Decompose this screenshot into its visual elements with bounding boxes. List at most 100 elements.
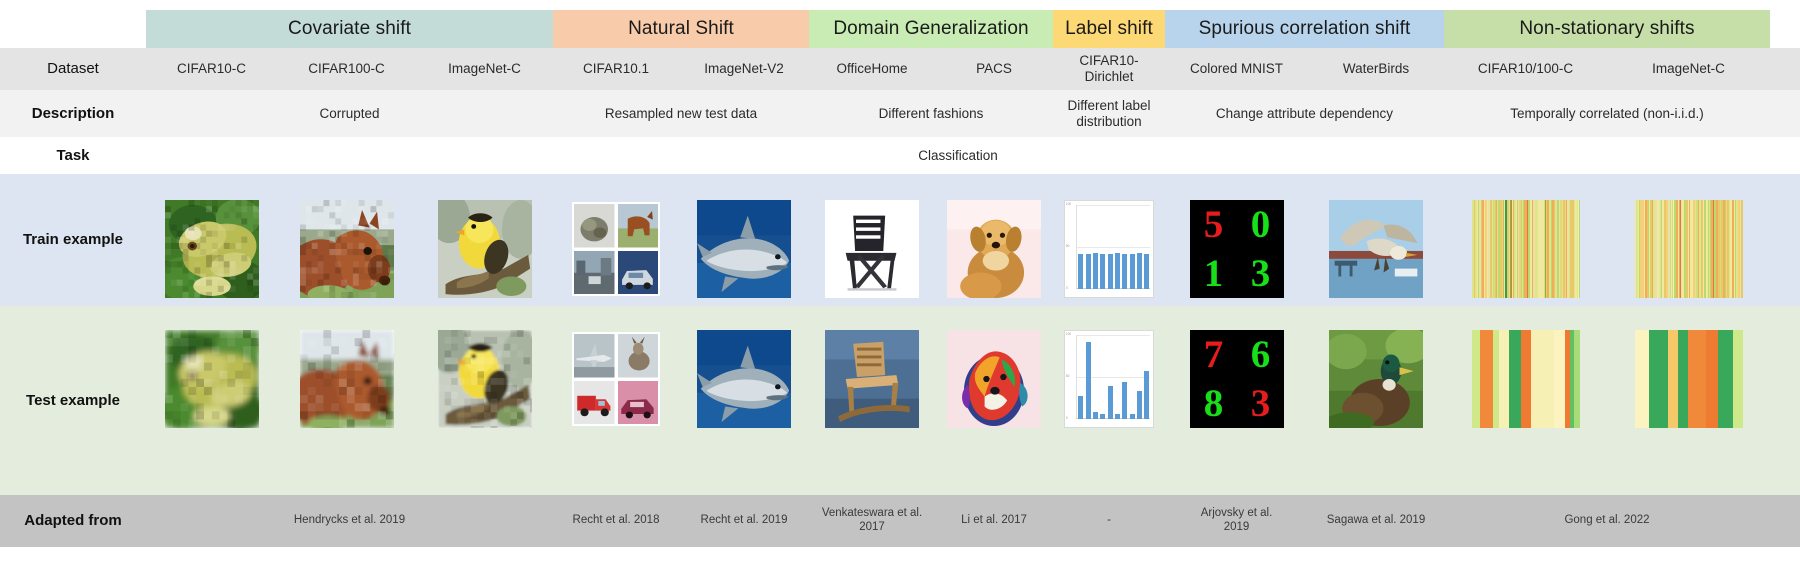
mnist-digit: 8 — [1203, 382, 1224, 425]
task-text: Classification — [918, 147, 998, 163]
chart-y-tick-label: 100 — [1065, 201, 1072, 206]
adapted-from-text: Venkateswara et al. 2017 — [821, 507, 923, 533]
stripe — [1668, 330, 1678, 428]
dataset-name-text: ImageNet-C — [448, 61, 521, 77]
grid-tile-truck — [574, 380, 615, 424]
chart-bar — [1107, 385, 1113, 420]
adapted-from-text: Arjovsky et al. 2019 — [1200, 507, 1273, 533]
chart-y-axis — [1075, 204, 1077, 290]
description-cell: Temporally correlated (non-i.i.d.) — [1444, 90, 1770, 137]
test-example-duck-on-grassy-land-photo — [1329, 330, 1423, 428]
dataset-name-cell: CIFAR10- Dirichlet — [1053, 48, 1165, 90]
test-example-colored-mnist-digits-test: 7683 — [1190, 330, 1284, 428]
group-header-label: Domain Generalization — [833, 17, 1029, 39]
stripe — [1635, 330, 1650, 428]
dataset-name-cell: ImageNet-C — [416, 48, 553, 90]
test-example-wooden-rocking-chair-photo — [825, 330, 919, 428]
stripe — [1553, 330, 1565, 428]
adapted-from-cell: Recht et al. 2018 — [553, 495, 679, 547]
test-example-great-white-shark-new-test-photo — [697, 330, 791, 428]
group-header-natural-shift: Natural Shift — [553, 10, 809, 48]
train-example-seabird-flying-over-water-photo — [1329, 200, 1423, 298]
description-text: Temporally correlated (non-i.i.d.) — [1510, 105, 1704, 121]
row-label-text: Description — [31, 104, 115, 122]
mnist-digit: 1 — [1203, 252, 1224, 295]
dataset-name-cell: CIFAR10.1 — [553, 48, 679, 90]
train-example-yellow-finch-on-branch-thumbnail — [438, 200, 532, 298]
row-label-text: Task — [56, 146, 90, 164]
dataset-name-text: CIFAR10- Dirichlet — [1079, 53, 1139, 84]
chart-y-tick-label: 50 — [1065, 244, 1070, 249]
chart-gridline — [1075, 247, 1151, 249]
adapted-from-text: Sagawa et al. 2019 — [1326, 514, 1426, 527]
chart-bar — [1144, 253, 1150, 290]
dataset-name-cell: CIFAR10-C — [146, 48, 277, 90]
grid-tile-rock — [574, 204, 615, 248]
train-example-uniform-label-distribution-chart: 0 50 100 — [1064, 200, 1154, 298]
description-text: Change attribute dependency — [1215, 105, 1394, 121]
stripe — [1542, 330, 1554, 428]
chart-y-axis — [1075, 334, 1077, 420]
dataset-name-text: Colored MNIST — [1189, 61, 1284, 77]
chart-bar — [1093, 253, 1099, 290]
train-example-great-white-shark-underwater-thumbnail — [697, 200, 791, 298]
description-cell: Resampled new test data — [553, 90, 809, 137]
mnist-digit: 5 — [1203, 203, 1224, 246]
adapted-from-text: - — [1107, 514, 1111, 527]
stripe — [1531, 330, 1543, 428]
train-example-frog-on-leaves-thumbnail — [165, 200, 259, 298]
grid-tile-plane — [574, 334, 615, 378]
adapted-from-cell: Venkateswara et al. 2017 — [809, 495, 935, 547]
group-header-label: Non-stationary shifts — [1519, 17, 1695, 39]
test-example-yellow-finch-on-branch-corrupted — [438, 330, 532, 428]
description-text: Different label distribution — [1067, 97, 1151, 129]
chart-bar — [1078, 253, 1084, 290]
chart-bar — [1136, 390, 1142, 420]
row-label-dataset: Dataset — [0, 48, 146, 90]
adapted-from-cell: Li et al. 2017 — [935, 495, 1053, 547]
train-example-colored-mnist-digits-train: 5013 — [1190, 200, 1284, 298]
chart-bar — [1136, 253, 1142, 290]
adapted-from-cell: - — [1053, 495, 1165, 547]
dataset-name-cell: CIFAR10/100-C — [1444, 48, 1607, 90]
test-example-brown-horse-head-corrupted — [300, 330, 394, 428]
chart-gridline — [1075, 334, 1151, 336]
train-example-fine-temporal-stripes-train — [1472, 200, 1580, 298]
dataset-name-cell: ImageNet-C — [1607, 48, 1770, 90]
chart-y-tick-label: 100 — [1065, 331, 1072, 336]
adapted-from-cell: Gong et al. 2022 — [1444, 495, 1770, 547]
mnist-digit: 7 — [1203, 333, 1224, 376]
stripe — [1574, 330, 1580, 428]
adapted-from-text: Li et al. 2017 — [961, 514, 1027, 527]
chart-bar — [1093, 411, 1099, 420]
group-header-label: Label shift — [1065, 17, 1153, 39]
description-cell: Different fashions — [809, 90, 1053, 137]
dataset-name-cell: WaterBirds — [1308, 48, 1444, 90]
stripe — [1688, 330, 1707, 428]
grid-tile-car — [617, 250, 658, 294]
adapted-from-text: Recht et al. 2019 — [700, 514, 788, 527]
description-cell: Change attribute dependency — [1165, 90, 1444, 137]
dataset-name-text: CIFAR100-C — [308, 61, 385, 77]
group-header-label: Natural Shift — [628, 17, 734, 39]
row-label-adapted: Adapted from — [0, 495, 146, 547]
dataset-name-cell: CIFAR100-C — [277, 48, 416, 90]
figure-root: Covariate shift Natural Shift Domain Gener… — [0, 0, 1800, 563]
chart-bar — [1129, 414, 1135, 420]
adapted-from-text: Hendrycks et al. 2019 — [293, 514, 406, 527]
adapted-from-cell: Sagawa et al. 2019 — [1308, 495, 1444, 547]
dataset-name-text: CIFAR10.1 — [582, 61, 650, 77]
stripe — [1678, 330, 1689, 428]
dataset-name-text: ImageNet-C — [1652, 61, 1725, 77]
adapted-from-cell: Recht et al. 2019 — [679, 495, 809, 547]
row-label-text: Adapted from — [24, 512, 122, 530]
dataset-name-text: OfficeHome — [836, 61, 908, 77]
stripe — [1578, 200, 1580, 298]
chart-bar — [1085, 253, 1091, 290]
stripe — [1492, 330, 1500, 428]
chart-bar — [1129, 253, 1135, 290]
stripe — [1717, 330, 1734, 428]
chart-bar — [1122, 382, 1128, 420]
group-header-covariate-shift: Covariate shift — [146, 10, 553, 48]
grid-tile-street — [574, 250, 615, 294]
